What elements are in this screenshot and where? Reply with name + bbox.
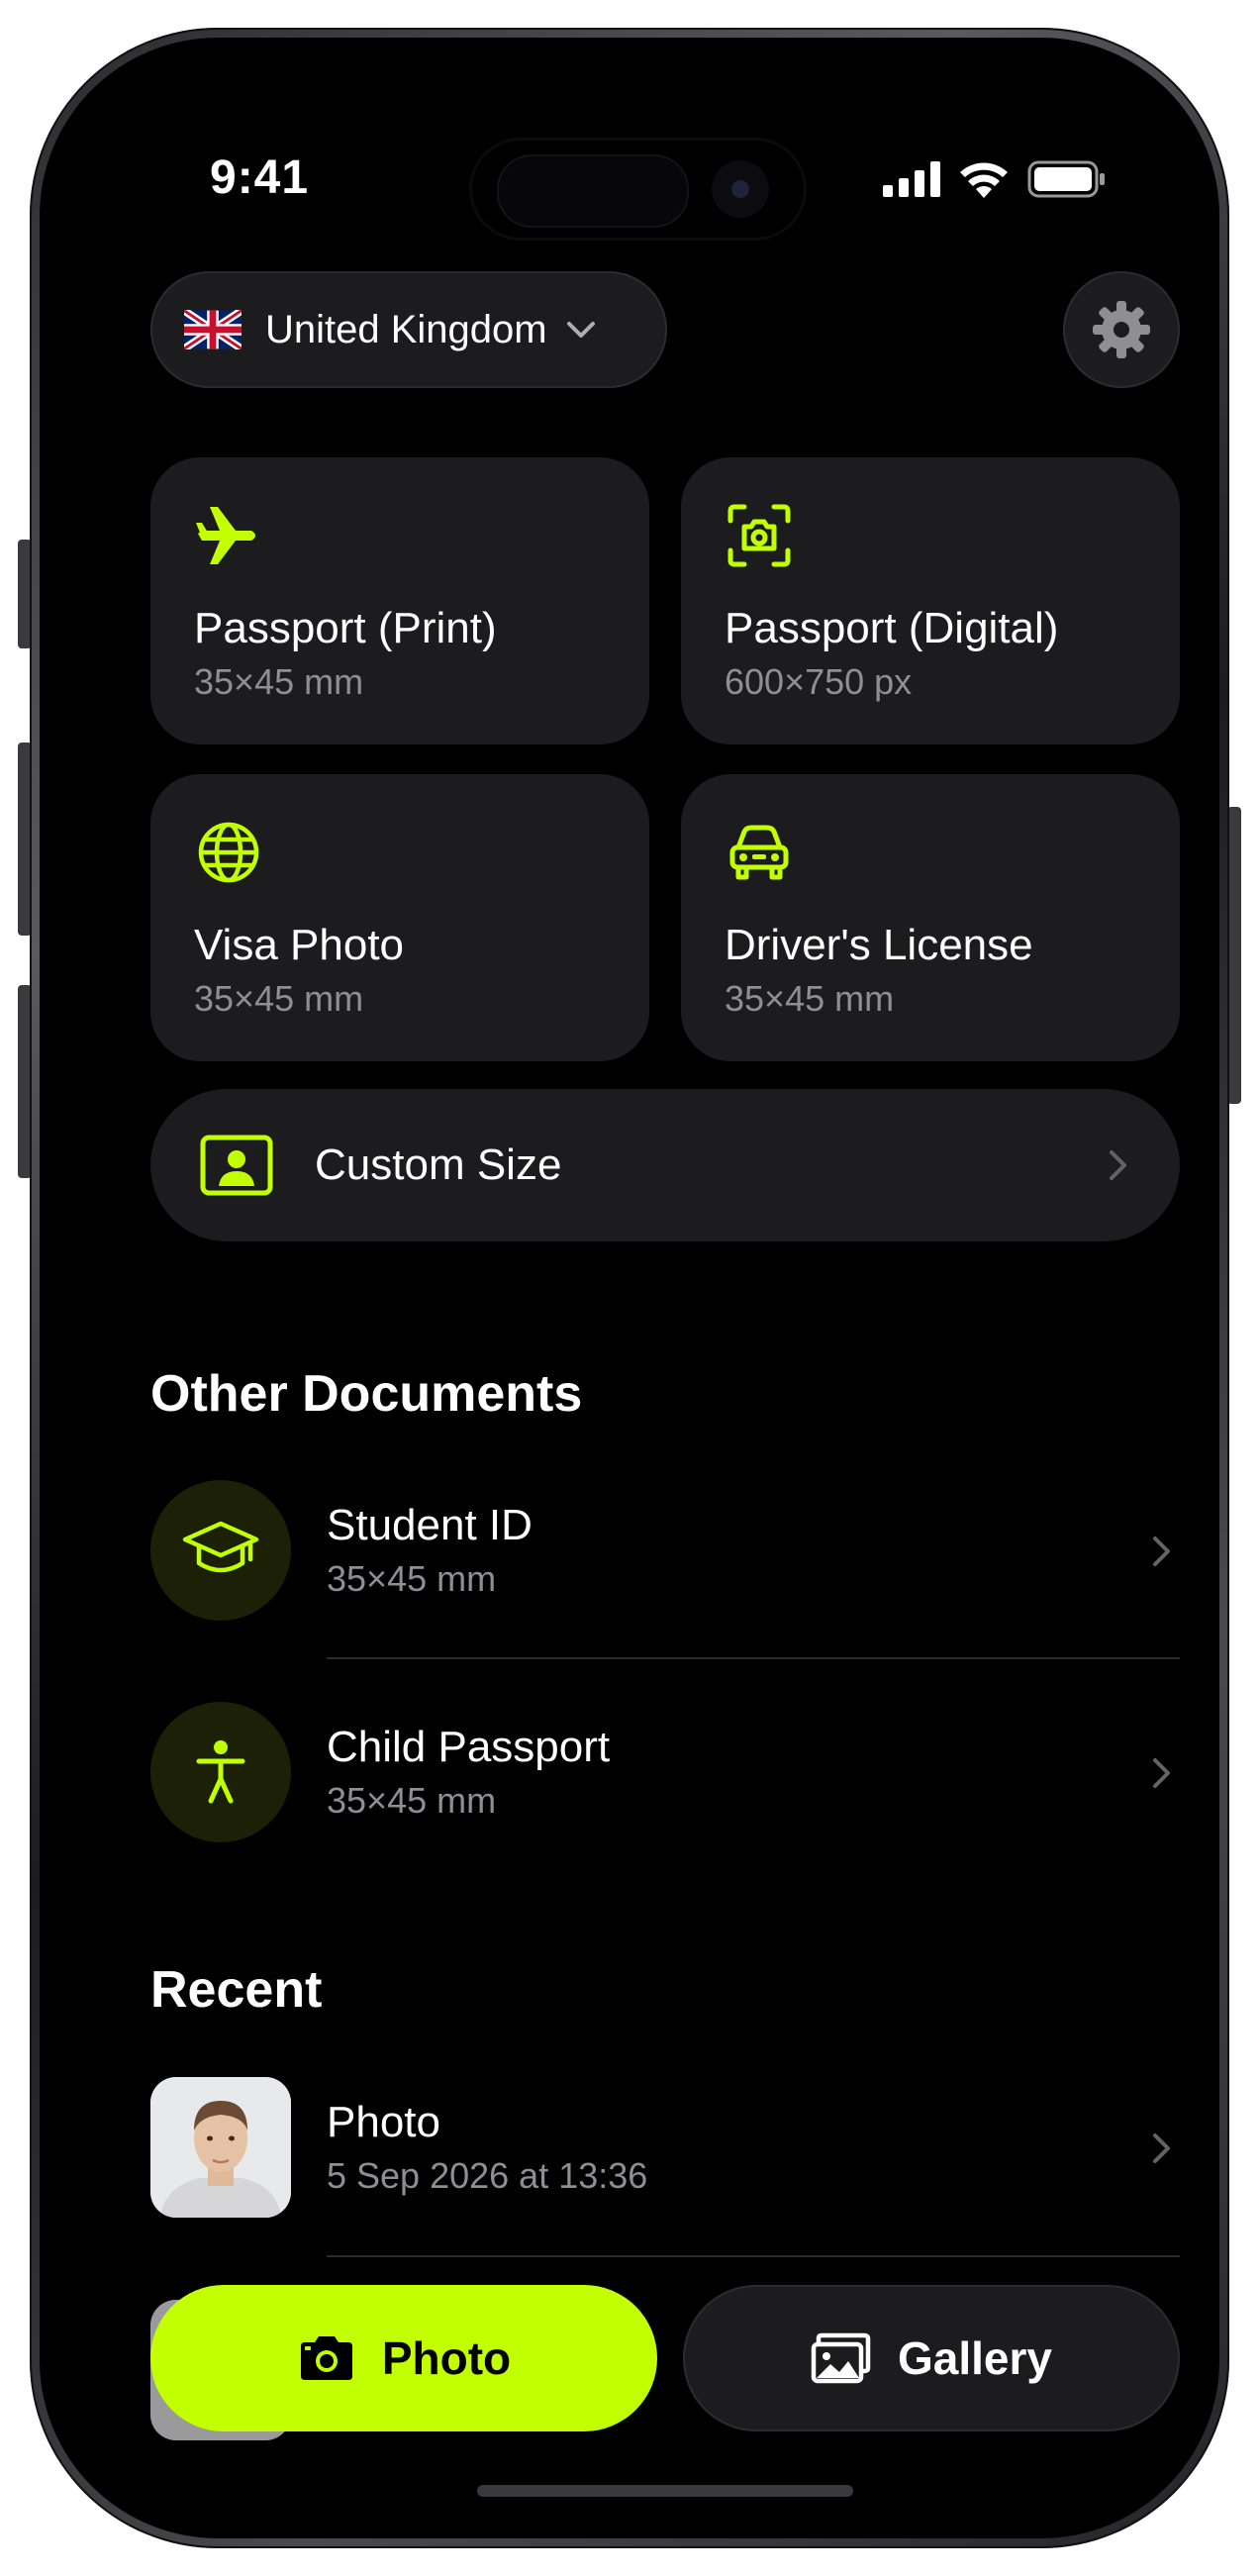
card-title: Passport (Print) bbox=[194, 604, 497, 652]
list-item-title: Student ID bbox=[327, 1501, 533, 1549]
other-documents-heading: Other Documents bbox=[150, 1365, 583, 1423]
take-photo-label: Photo bbox=[381, 2332, 512, 2384]
recent-item-title: Photo bbox=[327, 2098, 440, 2146]
gallery-label: Gallery bbox=[898, 2332, 1052, 2384]
airplane-icon bbox=[196, 507, 255, 564]
phone-bezel: 9:41 United Kingdom Passport (Print) 35×… bbox=[40, 38, 1219, 2538]
phone-frame: 9:41 United Kingdom Passport (Print) 35×… bbox=[30, 28, 1229, 2548]
chevron-right-icon bbox=[1153, 2133, 1170, 2163]
person-icon bbox=[196, 1740, 245, 1804]
list-item-title: Child Passport bbox=[327, 1723, 611, 1771]
photo-stack-icon bbox=[811, 2332, 871, 2384]
portrait-frame-icon bbox=[200, 1135, 273, 1196]
card-title: Passport (Digital) bbox=[725, 604, 1059, 652]
chevron-right-icon bbox=[1153, 1758, 1170, 1788]
camera-scan-icon bbox=[727, 504, 791, 567]
custom-size-button[interactable]: Custom Size bbox=[150, 1089, 1180, 1241]
list-item-icon-bg bbox=[150, 1480, 291, 1621]
card-visa-photo[interactable]: Visa Photo 35×45 mm bbox=[150, 774, 649, 1061]
card-title: Driver's License bbox=[725, 921, 1033, 969]
chevron-down-icon bbox=[566, 322, 595, 338]
recent-heading: Recent bbox=[150, 1961, 323, 2019]
portrait-thumbnail-icon bbox=[150, 2077, 291, 2218]
photo-thumbnail bbox=[150, 2077, 291, 2218]
gear-icon bbox=[1093, 301, 1150, 358]
settings-button[interactable] bbox=[1063, 271, 1180, 388]
card-title: Visa Photo bbox=[194, 921, 405, 969]
power-button bbox=[1227, 807, 1241, 1104]
home-indicator bbox=[477, 2485, 853, 2497]
list-item-student-id[interactable]: Student ID 35×45 mm bbox=[150, 1477, 1180, 1626]
country-label: United Kingdom bbox=[265, 307, 547, 351]
custom-size-label: Custom Size bbox=[315, 1140, 562, 1189]
island-sensor bbox=[497, 154, 689, 228]
card-size: 35×45 mm bbox=[725, 978, 895, 1019]
recent-item-photo[interactable]: Photo 5 Sep 2026 at 13:36 bbox=[150, 2074, 1180, 2223]
list-item-icon-bg bbox=[150, 1702, 291, 1842]
front-camera bbox=[712, 160, 769, 218]
battery-icon bbox=[1027, 160, 1105, 198]
card-size: 600×750 px bbox=[725, 661, 913, 702]
card-size: 35×45 mm bbox=[194, 661, 364, 702]
card-drivers-license[interactable]: Driver's License 35×45 mm bbox=[681, 774, 1180, 1061]
recent-item-date: 5 Sep 2026 at 13:36 bbox=[327, 2155, 648, 2196]
list-item-size: 35×45 mm bbox=[327, 1558, 497, 1599]
dynamic-island bbox=[472, 141, 804, 238]
card-passport-print[interactable]: Passport (Print) 35×45 mm bbox=[150, 457, 649, 744]
graduation-cap-icon bbox=[182, 1521, 259, 1573]
uk-flag-icon bbox=[184, 310, 242, 349]
status-icons bbox=[883, 160, 1107, 198]
card-size: 35×45 mm bbox=[194, 978, 364, 1019]
chevron-right-icon bbox=[1110, 1150, 1126, 1180]
list-divider bbox=[327, 2255, 1180, 2257]
car-icon bbox=[729, 825, 789, 880]
take-photo-button[interactable]: Photo bbox=[150, 2285, 657, 2431]
camera-icon bbox=[300, 2336, 352, 2380]
card-passport-digital[interactable]: Passport (Digital) 600×750 px bbox=[681, 457, 1180, 744]
list-item-size: 35×45 mm bbox=[327, 1780, 497, 1821]
screen: 9:41 United Kingdom Passport (Print) 35×… bbox=[61, 59, 1198, 2517]
country-selector[interactable]: United Kingdom bbox=[150, 271, 667, 388]
list-divider bbox=[327, 1657, 1180, 1659]
gallery-button[interactable]: Gallery bbox=[683, 2285, 1180, 2431]
cellular-signal-icon bbox=[883, 161, 940, 197]
status-time: 9:41 bbox=[210, 151, 310, 204]
globe-icon bbox=[198, 822, 259, 883]
list-item-child-passport[interactable]: Child Passport 35×45 mm bbox=[150, 1699, 1180, 1847]
wifi-icon bbox=[960, 162, 1008, 198]
chevron-right-icon bbox=[1153, 1536, 1170, 1566]
